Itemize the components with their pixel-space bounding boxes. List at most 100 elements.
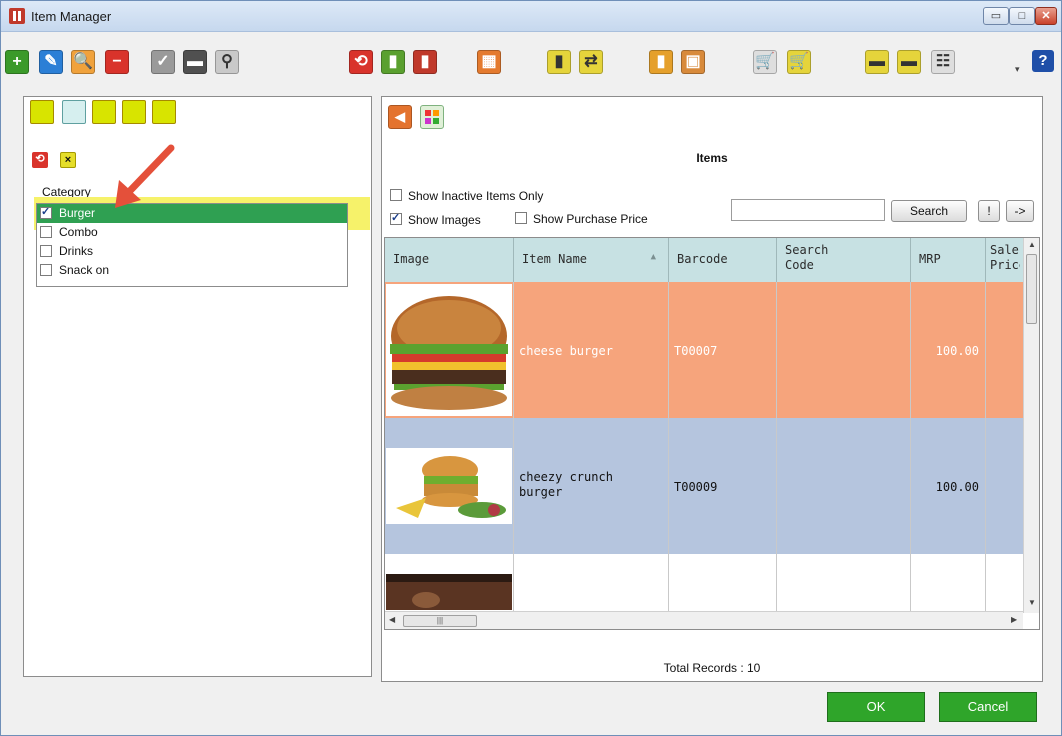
toolbar-overflow-icon[interactable]: ▾: [1015, 64, 1020, 75]
bar-chart-icon[interactable]: ▮: [413, 50, 437, 74]
category-list: Burger Combo Drinks Snack on: [36, 203, 348, 287]
category-item-snack-on[interactable]: Snack on: [37, 261, 347, 280]
checklist-icon[interactable]: ☷: [931, 50, 955, 74]
show-images-checkbox[interactable]: [390, 211, 402, 225]
hierarchy-icon[interactable]: ⚲: [215, 50, 239, 74]
column-header-item-name[interactable]: Item Name ▲: [514, 238, 669, 282]
box-icon[interactable]: ▣: [681, 50, 705, 74]
maximize-button[interactable]: □: [1009, 7, 1035, 25]
annotation-arrow: [115, 144, 175, 208]
title-bar[interactable]: Item Manager ▭ □ ✕: [1, 1, 1061, 32]
sort-asc-icon: ▲: [650, 252, 656, 262]
search-code-cell: [777, 554, 911, 611]
mrp-cell: 100.00: [911, 418, 986, 554]
item-image-partial: [386, 574, 512, 610]
barcode-cell: T00009: [669, 418, 777, 554]
sale-price-cell: [986, 282, 1026, 418]
column-header-barcode[interactable]: Barcode: [669, 238, 777, 282]
price-tag-icon[interactable]: ▬: [183, 50, 207, 74]
tree-icon[interactable]: [92, 100, 116, 124]
search-code-cell: [777, 282, 911, 418]
exclamation-button[interactable]: !: [978, 200, 1000, 222]
table-row[interactable]: [385, 554, 1025, 611]
show-purchase-label: Show Purchase Price: [533, 212, 648, 226]
category-filter-panel: ⟲ × Category Burger Combo Drinks Snack o…: [23, 96, 372, 677]
search-icon[interactable]: 🔍: [71, 50, 95, 74]
table-export-icon[interactable]: ▦: [477, 50, 501, 74]
advanced-filter-icon[interactable]: [122, 100, 146, 124]
horizontal-scroll-thumb[interactable]: |||: [403, 615, 477, 627]
refresh-icon[interactable]: ⟲: [349, 50, 373, 74]
scroll-right-icon[interactable]: ▶: [1011, 615, 1017, 624]
search-button[interactable]: Search: [891, 200, 967, 222]
color-grid-svg: [425, 110, 439, 124]
main-toolbar: + ✎ 🔍 − ✓ ▬ ⚲ ⟲ ▮ ▮ ▦ ▮ ⇄ ▮ ▣ 🛒 🛒 ▬ ▬ ☷: [1, 32, 1061, 92]
category-item-combo[interactable]: Combo: [37, 223, 347, 242]
cancel-button[interactable]: Cancel: [939, 692, 1037, 722]
delivery-icon[interactable]: ▬: [897, 50, 921, 74]
item-name-cell: [514, 554, 669, 611]
vertical-scroll-thumb[interactable]: [1026, 254, 1037, 324]
truck-icon[interactable]: ▬: [865, 50, 889, 74]
barcode-cell: T00007: [669, 282, 777, 418]
category-checkbox[interactable]: [40, 226, 52, 238]
column-header-search-code[interactable]: Search Code: [777, 238, 911, 282]
cart-icon[interactable]: 🛒: [753, 50, 777, 74]
items-panel: ◀ Items Show Inactive Items Only Show Im…: [381, 96, 1043, 682]
scroll-up-icon[interactable]: ▲: [1028, 240, 1036, 249]
table-row[interactable]: cheezy crunch burger T00009 100.00: [385, 418, 1025, 554]
select-all-icon[interactable]: [30, 100, 54, 124]
add-icon[interactable]: +: [5, 50, 29, 74]
show-purchase-checkbox[interactable]: [515, 212, 527, 224]
show-inactive-checkbox[interactable]: [390, 189, 402, 201]
refresh-icon[interactable]: ⟲: [32, 152, 48, 168]
transfer-icon[interactable]: ⇄: [579, 50, 603, 74]
horizontal-scrollbar[interactable]: ◀ ||| ▶: [385, 611, 1023, 629]
category-checkbox[interactable]: [40, 264, 52, 276]
approve-icon[interactable]: ✓: [151, 50, 175, 74]
help-icon[interactable]: ?: [1032, 50, 1054, 72]
column-header-mrp[interactable]: MRP: [911, 238, 986, 282]
edit-icon[interactable]: ✎: [39, 50, 63, 74]
items-title: Items: [696, 151, 728, 165]
column-header-image[interactable]: Image: [385, 238, 514, 282]
color-grid-icon[interactable]: [420, 105, 444, 129]
category-chart-icon[interactable]: ▮: [649, 50, 673, 74]
search-input[interactable]: [731, 199, 885, 221]
category-item-label: Snack on: [59, 263, 110, 277]
next-button[interactable]: ->: [1006, 200, 1034, 222]
filter-icon[interactable]: [62, 100, 86, 124]
burger-image: [386, 284, 512, 416]
search-code-cell: [777, 418, 911, 554]
show-purchase-option[interactable]: Show Purchase Price: [515, 211, 648, 226]
back-icon[interactable]: ◀: [388, 105, 412, 129]
table-row[interactable]: cheese burger T00007 100.00: [385, 282, 1025, 418]
clear-filter-icon[interactable]: ×: [60, 152, 76, 168]
category-checkbox[interactable]: [40, 245, 52, 257]
cart-add-icon[interactable]: 🛒: [787, 50, 811, 74]
item-image-cell: [385, 282, 514, 418]
report-icon[interactable]: ▮: [381, 50, 405, 74]
item-image-cell: [385, 418, 514, 554]
sale-price-cell: [986, 418, 1026, 554]
app-icon: [9, 8, 25, 24]
mrp-cell: [911, 554, 986, 611]
delete-icon[interactable]: −: [105, 50, 129, 74]
collapse-icon[interactable]: [152, 100, 176, 124]
show-images-option[interactable]: Show Images: [390, 211, 481, 227]
scroll-left-icon[interactable]: ◀: [389, 615, 395, 624]
vertical-scrollbar[interactable]: ▲ ▼: [1023, 238, 1039, 613]
category-checkbox[interactable]: [40, 205, 52, 219]
barcode-cell: [669, 554, 777, 611]
stock-icon[interactable]: ▮: [547, 50, 571, 74]
minimize-button[interactable]: ▭: [983, 7, 1009, 25]
show-inactive-label: Show Inactive Items Only: [408, 189, 544, 203]
column-header-sale-price[interactable]: Sale Price: [986, 238, 1026, 282]
show-inactive-option[interactable]: Show Inactive Items Only: [390, 188, 543, 203]
scroll-down-icon[interactable]: ▼: [1028, 598, 1036, 607]
ok-button[interactable]: OK: [827, 692, 925, 722]
category-item-burger[interactable]: Burger: [37, 204, 347, 223]
category-item-drinks[interactable]: Drinks: [37, 242, 347, 261]
item-image-cell: [385, 554, 514, 611]
close-button[interactable]: ✕: [1035, 7, 1057, 25]
